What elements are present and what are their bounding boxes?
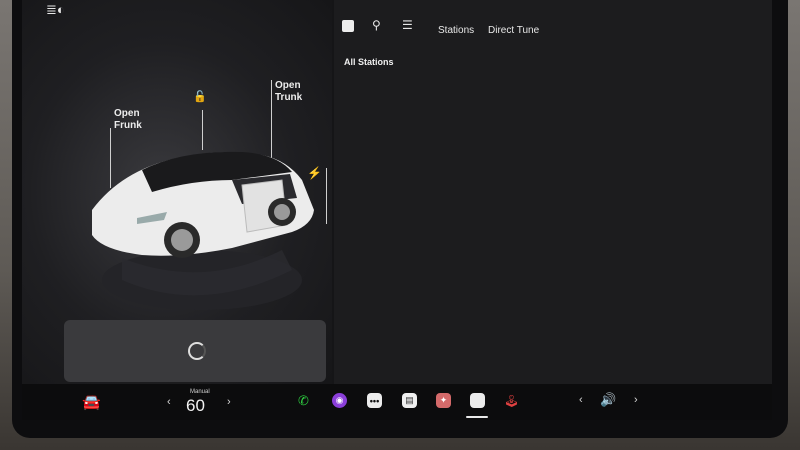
car-icon[interactable]: 🚘	[82, 393, 101, 411]
filter-list-icon[interactable]: ☰	[402, 18, 413, 32]
more-icon[interactable]: •••	[367, 393, 382, 408]
section-title: All Stations	[344, 57, 394, 67]
camera-icon[interactable]: ◉	[332, 393, 347, 408]
notepad-icon[interactable]: ▤	[402, 393, 417, 408]
vehicle-panel: ≣◐ Open Frunk 🔓 Open Trunk ⚡	[22, 0, 332, 384]
phone-icon[interactable]: ✆	[296, 393, 311, 408]
headlights-icon[interactable]: ≣◐	[46, 2, 65, 18]
open-trunk-button[interactable]: Open Trunk	[275, 80, 302, 104]
volume-down-button[interactable]: ‹	[579, 394, 583, 406]
volume-up-button[interactable]: ›	[634, 394, 638, 406]
speed-decrease-button[interactable]: ‹	[167, 396, 171, 408]
touchscreen: ≣◐ Open Frunk 🔓 Open Trunk ⚡ ⚲ ☰ Station…	[22, 0, 772, 420]
joystick-icon[interactable]: 🕹	[504, 393, 519, 408]
media-panel: ⚲ ☰ Stations Direct Tune All Stations	[334, 0, 772, 384]
speed-value[interactable]: 60	[186, 396, 205, 416]
media-source-icon[interactable]	[342, 20, 354, 32]
tab-stations[interactable]: Stations	[438, 25, 474, 36]
app-square-icon[interactable]	[470, 393, 485, 408]
vehicle-3d-render	[92, 151, 314, 310]
media-toolbar: ⚲ ☰ Stations Direct Tune	[334, 14, 772, 44]
taskbar: 🚘 ‹ Manual 60 › ✆ ◉ ••• ▤ ✦ 🕹 ‹ 🔊 ›	[22, 384, 772, 420]
speed-increase-button[interactable]: ›	[227, 396, 231, 408]
open-frunk-button[interactable]: Open Frunk	[114, 108, 142, 132]
tab-direct-tune[interactable]: Direct Tune	[488, 25, 539, 36]
bottom-card[interactable]	[64, 320, 326, 382]
loading-spinner-icon	[188, 342, 206, 360]
speed-mode-label: Manual	[190, 389, 210, 395]
lock-icon[interactable]: 🔓	[193, 90, 207, 103]
volume-icon[interactable]: 🔊	[600, 392, 616, 408]
active-app-indicator	[466, 416, 488, 418]
search-icon[interactable]: ⚲	[372, 18, 381, 32]
toybox-icon[interactable]: ✦	[436, 393, 451, 408]
